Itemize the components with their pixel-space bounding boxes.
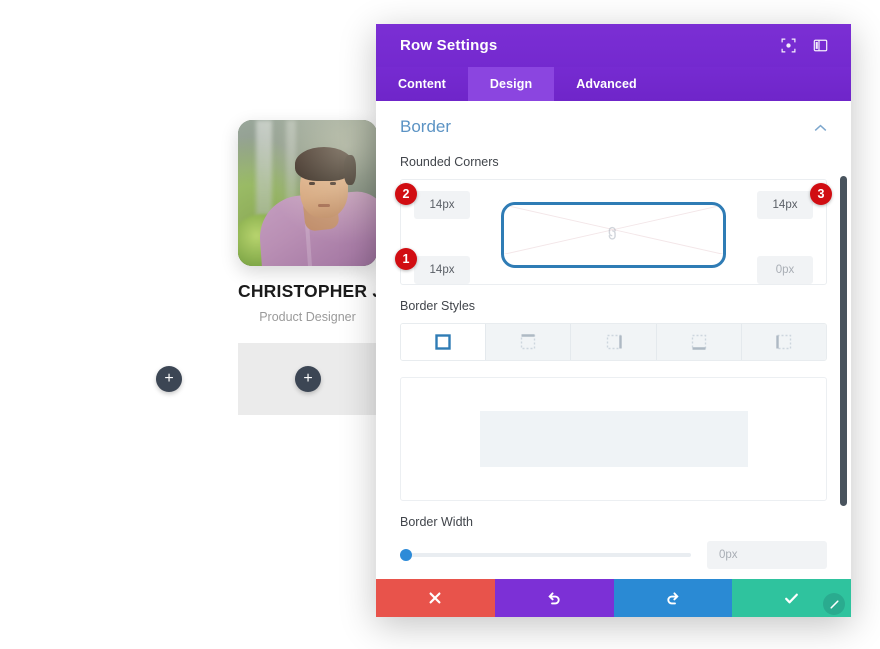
tab-content[interactable]: Content: [376, 67, 468, 101]
corner-top-right-input[interactable]: 14px: [757, 191, 813, 219]
border-styles-options: [400, 323, 827, 361]
border-all-sides-option[interactable]: [401, 324, 487, 360]
rounded-corners-control: 2 1 3 14px 14px 14px 0px: [395, 179, 832, 285]
modal-title: Row Settings: [400, 37, 498, 54]
corner-bottom-right-input[interactable]: 0px: [757, 256, 813, 284]
close-button[interactable]: [376, 579, 495, 617]
annotation-badge-2: 2: [395, 183, 417, 205]
border-left-option[interactable]: [741, 324, 826, 360]
border-bottom-option[interactable]: [656, 324, 742, 360]
corner-preview-box[interactable]: [501, 202, 726, 268]
photo-lighting: [238, 120, 377, 266]
undo-button[interactable]: [494, 579, 614, 617]
layout-columns-icon[interactable]: [807, 33, 833, 59]
slider-handle[interactable]: [400, 549, 412, 561]
avatar: [238, 120, 377, 266]
add-module-button[interactable]: +: [295, 366, 321, 392]
row-settings-modal: Row Settings Content Design Advanced Bor…: [376, 24, 851, 617]
border-styles-label: Border Styles: [400, 299, 476, 313]
section-title: Border: [400, 117, 452, 136]
add-row-button[interactable]: +: [156, 366, 182, 392]
border-right-option[interactable]: [571, 324, 657, 360]
border-width-input[interactable]: 0px: [707, 541, 827, 569]
member-name: CHRISTOPHER JOE: [238, 281, 408, 301]
tab-advanced[interactable]: Advanced: [554, 67, 659, 101]
redo-button[interactable]: [613, 579, 733, 617]
modal-footer: [376, 579, 851, 617]
border-top-option[interactable]: [486, 324, 572, 360]
modal-body: Border Rounded Corners 2 1 3 14px 14px 1…: [376, 101, 851, 579]
annotation-badge-1: 1: [395, 248, 417, 270]
modal-header: Row Settings: [376, 24, 851, 67]
chevron-up-icon[interactable]: [814, 121, 827, 134]
annotation-badge-3: 3: [810, 183, 832, 205]
tab-design[interactable]: Design: [467, 67, 555, 101]
corner-bottom-left-input[interactable]: 14px: [414, 256, 470, 284]
border-width-slider[interactable]: [400, 549, 691, 561]
corner-top-left-input[interactable]: 14px: [414, 191, 470, 219]
border-preview-swatch: [479, 411, 748, 467]
modal-tabs: Content Design Advanced: [376, 67, 851, 101]
rounded-corners-label: Rounded Corners: [400, 155, 499, 169]
team-member-card[interactable]: CHRISTOPHER JOE Product Designer: [238, 120, 408, 324]
resize-diagonal-icon[interactable]: [823, 593, 845, 615]
border-section-header[interactable]: Border: [400, 101, 827, 141]
border-width-control: 0px: [400, 541, 827, 569]
modal-scrollbar[interactable]: [840, 176, 847, 506]
focus-target-icon[interactable]: [775, 33, 801, 59]
border-preview-panel: [400, 377, 827, 501]
member-role: Product Designer: [259, 310, 356, 324]
border-width-label: Border Width: [400, 515, 473, 529]
